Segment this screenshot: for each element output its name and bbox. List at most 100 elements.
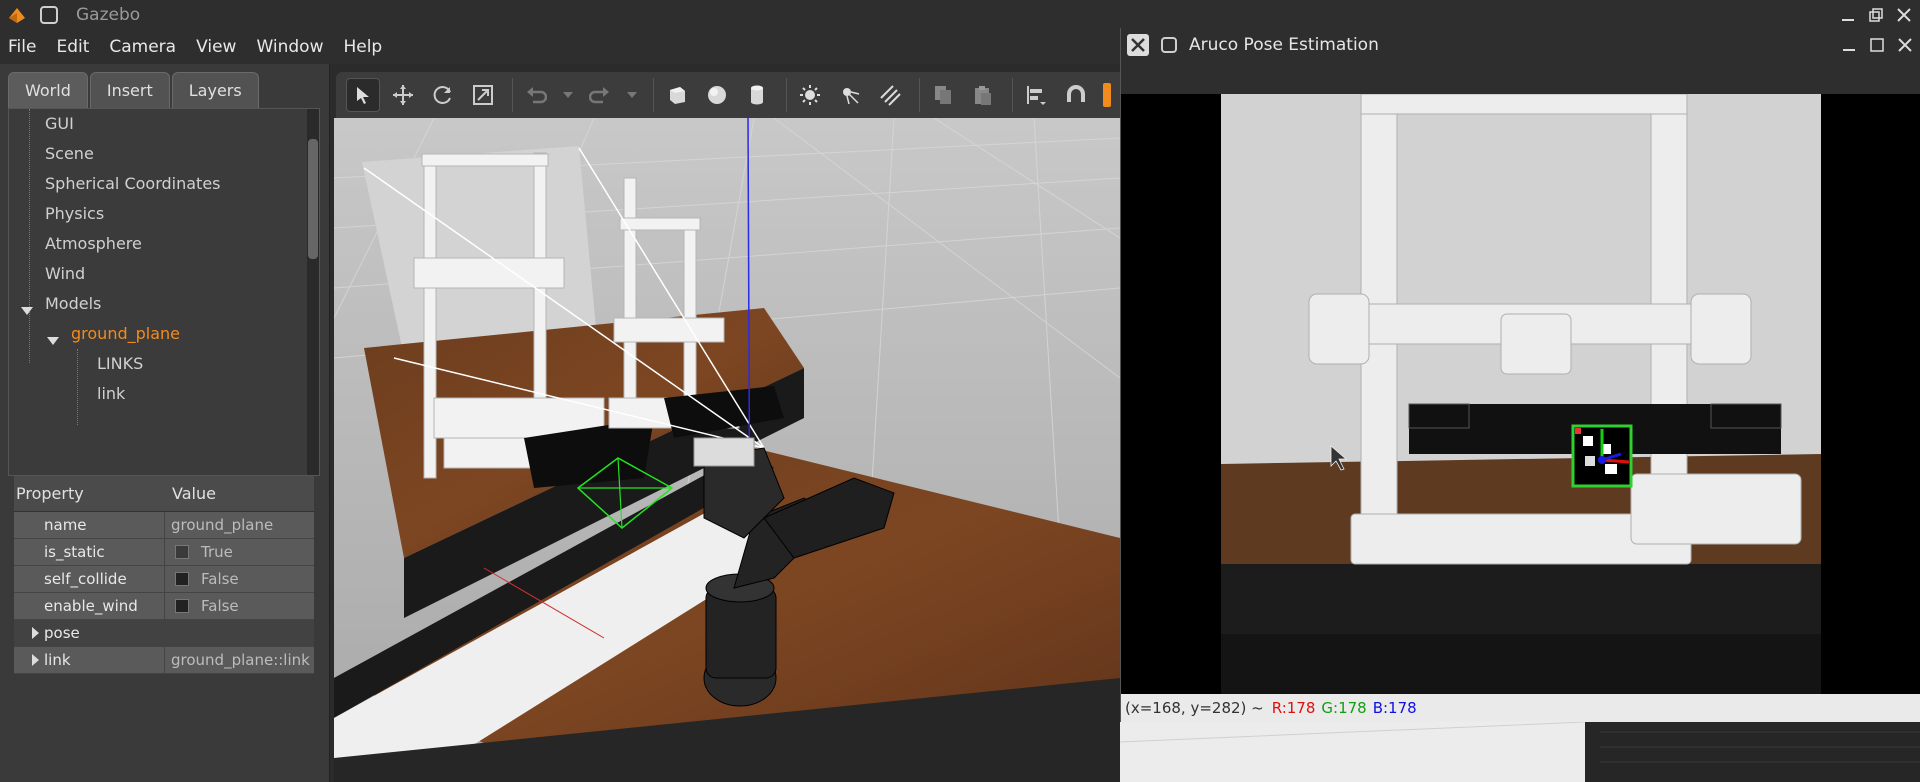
maximize-icon[interactable]	[1863, 28, 1891, 62]
property-value-cell: True	[164, 539, 314, 565]
property-key: enable_wind	[44, 597, 138, 615]
toolbar-separator	[1012, 78, 1013, 112]
undo-dropdown-icon[interactable]	[559, 78, 577, 112]
menu-help[interactable]: Help	[343, 37, 382, 57]
is-static-checkbox[interactable]	[175, 545, 189, 559]
window-pin-icon[interactable]	[40, 6, 58, 24]
property-value: ground_plane	[164, 512, 314, 538]
left-panel: World Insert Layers GUI Scene Spherical …	[0, 64, 330, 782]
status-coords: (x=168, y=282) ~	[1125, 699, 1264, 717]
status-green-value: G:178	[1321, 699, 1367, 717]
tree-item-links[interactable]: LINKS	[97, 349, 143, 379]
property-table-header: Property Value	[14, 476, 314, 512]
property-value-cell: False	[164, 593, 314, 619]
value-column-header: Value	[172, 484, 216, 503]
toolbar-separator	[919, 78, 920, 112]
property-row-name[interactable]: name ground_plane	[14, 512, 314, 539]
main-titlebar: Gazebo	[0, 0, 1920, 30]
select-arrow-icon[interactable]	[346, 78, 380, 112]
expand-link-icon[interactable]	[32, 654, 39, 666]
tab-layers[interactable]: Layers	[171, 72, 259, 108]
toolbar-separator	[786, 78, 787, 112]
property-value: True	[201, 543, 233, 561]
paste-icon[interactable]	[966, 78, 1000, 112]
status-red-value: R:178	[1271, 699, 1316, 717]
property-value: False	[201, 570, 239, 588]
gazebo-logo-icon	[4, 2, 30, 28]
minimize-icon[interactable]	[1834, 0, 1862, 30]
tree-item-models[interactable]: Models	[45, 289, 101, 319]
restore-icon[interactable]	[1862, 0, 1890, 30]
tab-world[interactable]: World	[8, 72, 88, 108]
world-tree: GUI Scene Spherical Coordinates Physics …	[8, 108, 320, 476]
minimize-icon[interactable]	[1835, 28, 1863, 62]
gazebo-3d-view[interactable]	[334, 118, 1120, 782]
toolbar-separator	[653, 78, 654, 112]
property-key: is_static	[44, 543, 105, 561]
cylinder-icon[interactable]	[740, 78, 774, 112]
translate-icon[interactable]	[386, 78, 420, 112]
property-column-header: Property	[16, 484, 84, 503]
scene-toolbar	[336, 72, 1120, 118]
tree-guide-line	[77, 349, 78, 425]
tree-item-scene[interactable]: Scene	[45, 139, 94, 169]
aruco-window: Aruco Pose Estimation (x=168, y=282) ~ R…	[1120, 28, 1920, 722]
tree-scrollbar[interactable]	[307, 109, 319, 475]
property-key: self_collide	[44, 570, 127, 588]
property-value: False	[201, 597, 239, 615]
expand-ground-plane-icon[interactable]	[47, 330, 59, 349]
property-row-is-static[interactable]: is_static True	[14, 539, 314, 566]
aruco-titlebar: Aruco Pose Estimation	[1121, 28, 1920, 62]
panel-tabs: World Insert Layers	[8, 72, 261, 108]
copy-icon[interactable]	[926, 78, 960, 112]
toolbar-separator	[512, 78, 513, 112]
property-row-link[interactable]: link ground_plane::link	[14, 647, 314, 674]
undo-icon[interactable]	[519, 78, 553, 112]
aruco-status-bar: (x=168, y=282) ~ R:178 G:178 B:178	[1121, 694, 1920, 722]
close-icon[interactable]	[1891, 28, 1919, 62]
tree-scrollbar-thumb[interactable]	[308, 139, 318, 259]
menu-view[interactable]: View	[196, 37, 236, 57]
scale-icon[interactable]	[466, 78, 500, 112]
expand-models-icon[interactable]	[21, 300, 33, 319]
menu-window[interactable]: Window	[256, 37, 323, 57]
box-icon[interactable]	[660, 78, 694, 112]
align-icon[interactable]	[1019, 78, 1053, 112]
rotate-icon[interactable]	[426, 78, 460, 112]
aruco-window-title: Aruco Pose Estimation	[1189, 35, 1379, 55]
property-row-enable-wind[interactable]: enable_wind False	[14, 593, 314, 620]
tree-item-physics[interactable]: Physics	[45, 199, 104, 229]
sphere-icon[interactable]	[700, 78, 734, 112]
menu-edit[interactable]: Edit	[56, 37, 89, 57]
tree-item-ground-plane[interactable]: ground_plane	[71, 319, 180, 349]
redo-icon[interactable]	[583, 78, 617, 112]
redo-dropdown-icon[interactable]	[623, 78, 641, 112]
property-row-pose[interactable]: pose	[14, 620, 314, 647]
property-value-cell: False	[164, 566, 314, 592]
menu-file[interactable]: File	[8, 37, 36, 57]
point-light-icon[interactable]	[793, 78, 827, 112]
toolbar-overflow-indicator	[1103, 83, 1111, 107]
self-collide-checkbox[interactable]	[175, 572, 189, 586]
aruco-camera-image[interactable]	[1221, 94, 1821, 694]
window-pin-icon[interactable]	[1161, 37, 1177, 53]
tab-insert[interactable]: Insert	[89, 72, 170, 108]
close-icon[interactable]	[1890, 0, 1918, 30]
directional-light-icon[interactable]	[873, 78, 907, 112]
menu-camera[interactable]: Camera	[109, 37, 176, 57]
property-key: name	[44, 516, 87, 534]
tree-item-gui[interactable]: GUI	[45, 109, 74, 139]
tree-item-atmosphere[interactable]: Atmosphere	[45, 229, 142, 259]
property-row-self-collide[interactable]: self_collide False	[14, 566, 314, 593]
spot-light-icon[interactable]	[833, 78, 867, 112]
snap-icon[interactable]	[1059, 78, 1093, 112]
enable-wind-checkbox[interactable]	[175, 599, 189, 613]
x11-app-icon	[1127, 34, 1149, 56]
scene-behind-window	[1119, 721, 1920, 782]
tree-item-wind[interactable]: Wind	[45, 259, 85, 289]
property-table: Property Value name ground_plane is_stat…	[14, 476, 314, 674]
tree-item-spherical-coordinates[interactable]: Spherical Coordinates	[45, 169, 221, 199]
tree-guide-line	[29, 109, 30, 363]
tree-item-link[interactable]: link	[97, 379, 125, 409]
expand-pose-icon[interactable]	[32, 627, 39, 639]
